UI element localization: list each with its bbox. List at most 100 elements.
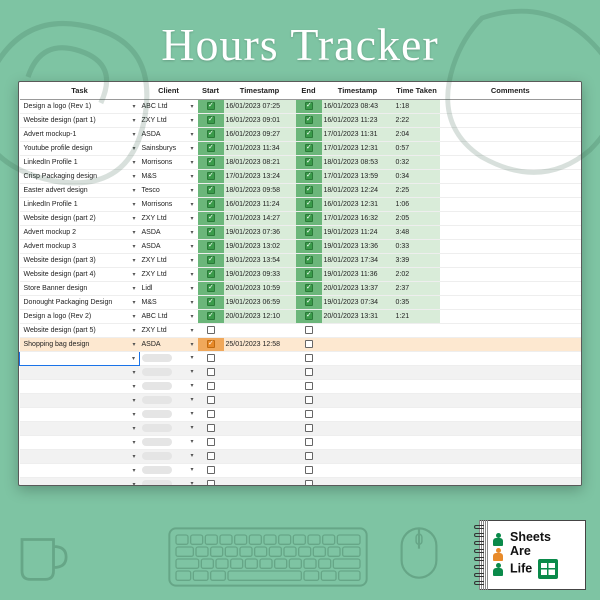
checkbox-icon[interactable] bbox=[305, 480, 313, 487]
cell-start[interactable] bbox=[198, 352, 224, 366]
col-time-taken[interactable]: Time Taken bbox=[394, 82, 440, 100]
checkbox-icon[interactable] bbox=[305, 396, 313, 404]
cell-task[interactable]: ▾ bbox=[20, 366, 140, 380]
cell-comments[interactable] bbox=[440, 142, 582, 156]
cell-end[interactable] bbox=[296, 366, 322, 380]
chevron-down-icon[interactable]: ▾ bbox=[190, 354, 193, 361]
chevron-down-icon[interactable]: ▾ bbox=[132, 201, 135, 208]
chevron-down-icon[interactable]: ▾ bbox=[132, 327, 135, 334]
cell-timestamp-start[interactable] bbox=[224, 408, 296, 422]
cell-timestamp-start[interactable]: 17/01/2023 11:34 bbox=[224, 142, 296, 156]
chevron-down-icon[interactable]: ▾ bbox=[132, 173, 135, 180]
checkbox-icon[interactable] bbox=[207, 102, 215, 110]
cell-comments[interactable] bbox=[440, 254, 582, 268]
chevron-down-icon[interactable]: ▾ bbox=[190, 299, 193, 306]
cell-time-taken[interactable] bbox=[394, 338, 440, 352]
chevron-down-icon[interactable]: ▾ bbox=[132, 117, 135, 124]
cell-client[interactable]: ZXY Ltd▾ bbox=[140, 268, 198, 282]
cell-start[interactable] bbox=[198, 324, 224, 338]
cell-client[interactable]: ABC Ltd▾ bbox=[140, 310, 198, 324]
chevron-down-icon[interactable]: ▾ bbox=[190, 327, 193, 334]
cell-end[interactable] bbox=[296, 450, 322, 464]
checkbox-icon[interactable] bbox=[305, 214, 313, 222]
chevron-down-icon[interactable]: ▾ bbox=[190, 187, 193, 194]
chevron-down-icon[interactable]: ▾ bbox=[132, 341, 135, 348]
cell-end[interactable] bbox=[296, 408, 322, 422]
cell-task[interactable]: Design a logo (Rev 1)▾ bbox=[20, 100, 140, 114]
cell-start[interactable] bbox=[198, 142, 224, 156]
cell-start[interactable] bbox=[198, 366, 224, 380]
chevron-down-icon[interactable]: ▾ bbox=[190, 229, 193, 236]
cell-task[interactable]: Youtube profile design▾ bbox=[20, 142, 140, 156]
cell-comments[interactable] bbox=[440, 422, 582, 436]
table-row[interactable]: Donought Packaging Design▾M&S▾19/01/2023… bbox=[20, 296, 582, 310]
cell-end[interactable] bbox=[296, 324, 322, 338]
cell-timestamp-start[interactable]: 18/01/2023 09:58 bbox=[224, 184, 296, 198]
checkbox-icon[interactable] bbox=[207, 200, 215, 208]
cell-timestamp-start[interactable]: 20/01/2023 10:59 bbox=[224, 282, 296, 296]
cell-start[interactable] bbox=[198, 282, 224, 296]
checkbox-icon[interactable] bbox=[305, 466, 313, 474]
table-row[interactable]: ▾▾ bbox=[20, 464, 582, 478]
chevron-down-icon[interactable]: ▾ bbox=[132, 159, 135, 166]
chevron-down-icon[interactable]: ▾ bbox=[190, 410, 193, 417]
table-row[interactable]: Easter advert design▾Tesco▾18/01/2023 09… bbox=[20, 184, 582, 198]
cell-timestamp-end[interactable]: 19/01/2023 07:34 bbox=[322, 296, 394, 310]
cell-comments[interactable] bbox=[440, 226, 582, 240]
cell-task[interactable]: ▾ bbox=[20, 436, 140, 450]
checkbox-icon[interactable] bbox=[207, 228, 215, 236]
cell-end[interactable] bbox=[296, 338, 322, 352]
checkbox-icon[interactable] bbox=[207, 256, 215, 264]
chevron-down-icon[interactable]: ▾ bbox=[190, 117, 193, 124]
cell-client[interactable]: ▾ bbox=[140, 380, 198, 394]
checkbox-icon[interactable] bbox=[305, 228, 313, 236]
cell-start[interactable] bbox=[198, 226, 224, 240]
checkbox-icon[interactable] bbox=[207, 396, 215, 404]
cell-timestamp-start[interactable]: 18/01/2023 13:54 bbox=[224, 254, 296, 268]
cell-end[interactable] bbox=[296, 394, 322, 408]
cell-end[interactable] bbox=[296, 436, 322, 450]
cell-start[interactable] bbox=[198, 408, 224, 422]
checkbox-icon[interactable] bbox=[305, 102, 313, 110]
cell-start[interactable] bbox=[198, 184, 224, 198]
cell-start[interactable] bbox=[198, 394, 224, 408]
cell-start[interactable] bbox=[198, 380, 224, 394]
cell-time-taken[interactable] bbox=[394, 380, 440, 394]
cell-comments[interactable] bbox=[440, 170, 582, 184]
cell-task[interactable]: Website design (part 2)▾ bbox=[20, 212, 140, 226]
cell-start[interactable] bbox=[198, 254, 224, 268]
checkbox-icon[interactable] bbox=[207, 438, 215, 446]
cell-timestamp-start[interactable]: 16/01/2023 09:01 bbox=[224, 114, 296, 128]
table-row[interactable]: ▾▾ bbox=[20, 408, 582, 422]
cell-timestamp-start[interactable]: 19/01/2023 13:02 bbox=[224, 240, 296, 254]
cell-start[interactable] bbox=[198, 464, 224, 478]
cell-time-taken[interactable] bbox=[394, 450, 440, 464]
cell-client[interactable]: ▾ bbox=[140, 366, 198, 380]
chevron-down-icon[interactable]: ▾ bbox=[132, 103, 135, 110]
cell-timestamp-end[interactable]: 16/01/2023 11:23 bbox=[322, 114, 394, 128]
cell-timestamp-start[interactable] bbox=[224, 394, 296, 408]
cell-end[interactable] bbox=[296, 198, 322, 212]
cell-client[interactable]: ZXY Ltd▾ bbox=[140, 324, 198, 338]
cell-time-taken[interactable]: 2:02 bbox=[394, 268, 440, 282]
chevron-down-icon[interactable]: ▾ bbox=[132, 257, 135, 264]
cell-time-taken[interactable] bbox=[394, 478, 440, 487]
cell-timestamp-start[interactable]: 16/01/2023 11:24 bbox=[224, 198, 296, 212]
cell-client[interactable]: ▾ bbox=[140, 394, 198, 408]
cell-client[interactable]: Tesco▾ bbox=[140, 184, 198, 198]
chevron-down-icon[interactable]: ▾ bbox=[190, 215, 193, 222]
table-row[interactable]: LinkedIn Profile 1▾Morrisons▾16/01/2023 … bbox=[20, 198, 582, 212]
cell-timestamp-end[interactable] bbox=[322, 352, 394, 366]
chevron-down-icon[interactable]: ▾ bbox=[190, 313, 193, 320]
cell-end[interactable] bbox=[296, 464, 322, 478]
checkbox-icon[interactable] bbox=[305, 186, 313, 194]
cell-time-taken[interactable]: 0:35 bbox=[394, 296, 440, 310]
cell-start[interactable] bbox=[198, 296, 224, 310]
cell-timestamp-start[interactable]: 19/01/2023 09:33 bbox=[224, 268, 296, 282]
cell-timestamp-end[interactable]: 18/01/2023 17:34 bbox=[322, 254, 394, 268]
cell-comments[interactable] bbox=[440, 464, 582, 478]
cell-task[interactable]: Advert mockup-1▾ bbox=[20, 128, 140, 142]
cell-task[interactable]: ▾ bbox=[20, 408, 140, 422]
cell-timestamp-start[interactable]: 25/01/2023 12:58 bbox=[224, 338, 296, 352]
cell-timestamp-end[interactable]: 17/01/2023 11:31 bbox=[322, 128, 394, 142]
